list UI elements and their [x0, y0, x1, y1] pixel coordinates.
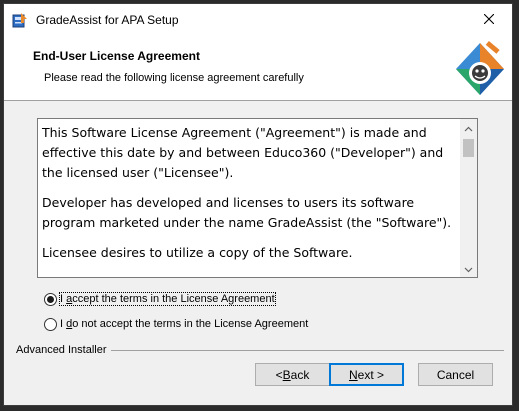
- close-button[interactable]: [466, 4, 512, 36]
- chevron-down-icon: [464, 260, 473, 278]
- vertical-scrollbar[interactable]: [460, 119, 477, 277]
- scroll-thumb[interactable]: [463, 139, 474, 157]
- accept-option[interactable]: I accept the terms in the License Agreem…: [44, 291, 276, 307]
- installer-logo-icon: [452, 39, 508, 99]
- decline-label-post: o not accept the terms in the License Ag…: [72, 318, 309, 330]
- license-text-box[interactable]: This Software License Agreement ("Agreem…: [37, 118, 478, 278]
- installer-icon: [12, 12, 28, 28]
- next-label-post: ext >: [357, 367, 385, 382]
- close-icon: [483, 11, 495, 29]
- page-subtitle: Please read the following license agreem…: [44, 72, 304, 84]
- decline-label[interactable]: I do not accept the terms in the License…: [60, 318, 308, 330]
- license-paragraph: Licensee desires to utilize a copy of th…: [42, 245, 353, 260]
- scroll-down-button[interactable]: [460, 260, 477, 277]
- divider-line: [110, 349, 504, 351]
- next-label-accel: N: [348, 367, 358, 382]
- decline-radio[interactable]: [44, 317, 57, 331]
- decline-option[interactable]: I do not accept the terms in the License…: [44, 316, 308, 332]
- license-text: This Software License Agreement ("Agreem…: [42, 123, 460, 273]
- license-paragraph: Developer has developed and licenses to …: [42, 195, 452, 230]
- accept-label-post: ccept the terms in the License Agreement: [72, 293, 275, 305]
- scroll-up-button[interactable]: [460, 119, 477, 136]
- setup-window: GradeAssist for APA Setup End-User Licen…: [3, 3, 513, 406]
- license-paragraph: This Software License Agreement ("Agreem…: [42, 125, 444, 180]
- title-bar[interactable]: GradeAssist for APA Setup: [4, 4, 512, 36]
- brand-divider: Advanced Installer: [16, 343, 504, 357]
- page-header: End-User License Agreement Please read t…: [4, 36, 512, 101]
- page-title: End-User License Agreement: [33, 49, 200, 63]
- cancel-button[interactable]: Cancel: [418, 363, 493, 386]
- next-button[interactable]: Next >: [329, 363, 404, 386]
- accept-label[interactable]: I accept the terms in the License Agreem…: [59, 292, 276, 306]
- back-label-accel: B: [282, 367, 291, 382]
- back-label-post: ack: [290, 367, 310, 382]
- back-label-pre: <: [275, 367, 283, 382]
- accept-radio[interactable]: [44, 292, 57, 306]
- chevron-up-icon: [464, 119, 473, 137]
- back-button[interactable]: < Back: [255, 363, 330, 386]
- window-title: GradeAssist for APA Setup: [36, 13, 179, 27]
- brand-label: Advanced Installer: [16, 344, 107, 356]
